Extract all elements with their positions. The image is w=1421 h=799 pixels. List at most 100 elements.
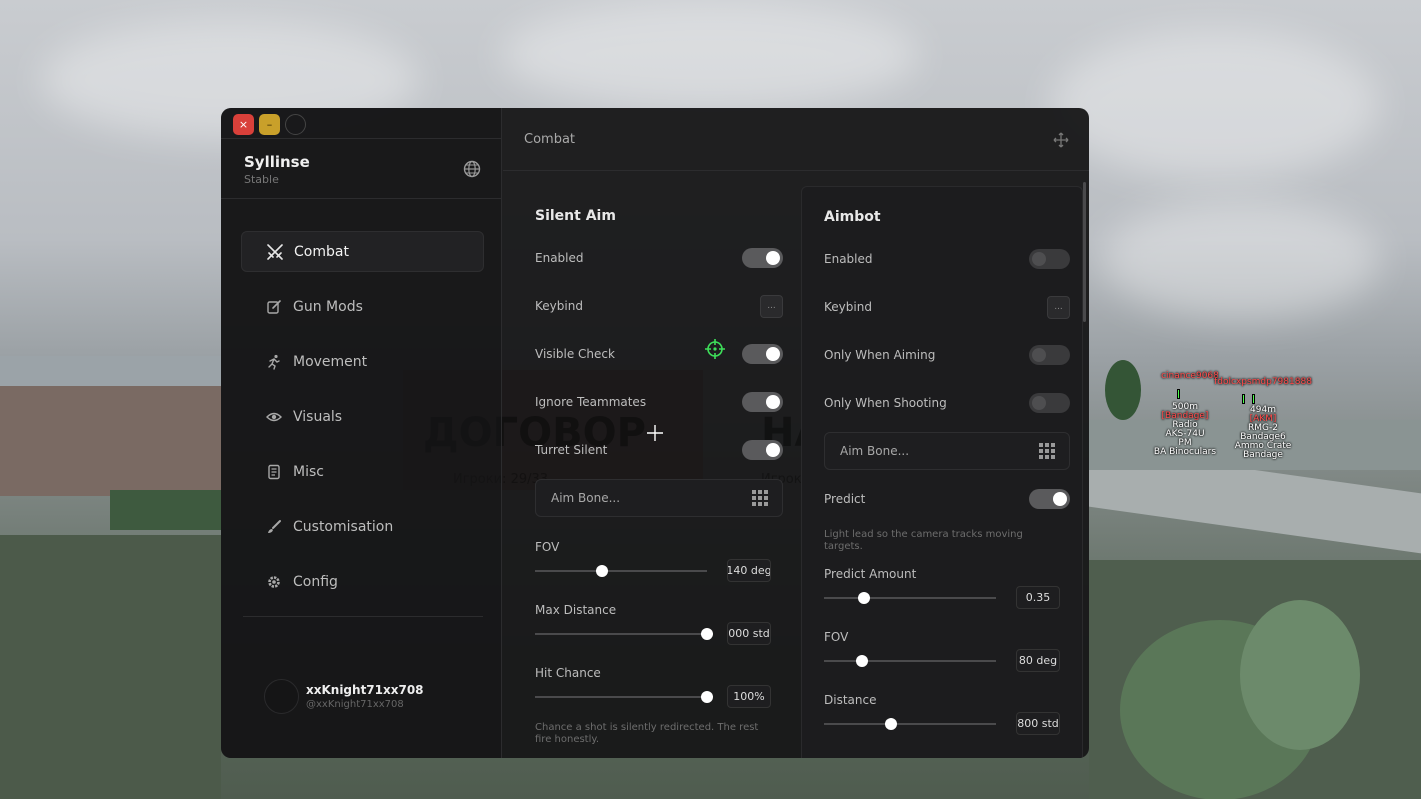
row-label: Turret Silent [535,443,608,457]
dropdown-label: Aim Bone... [551,491,621,505]
section-title: Aimbot [824,209,881,225]
main-panel: Combat Silent Aim Enabled Keybind ... Vi… [503,108,1089,758]
sidebar: × – Syllinse Stable Combat Gun Mods Move… [221,108,502,758]
turret-silent-toggle[interactable] [742,440,783,460]
cloud [500,0,920,110]
aimbot-enabled-toggle[interactable] [1029,249,1070,269]
user-profile[interactable]: xxKnight71xx708 @xxKnight71xx708 [264,679,424,714]
divider [243,616,483,617]
slider-knob[interactable] [885,718,898,730]
visible-check-toggle[interactable] [742,344,783,364]
aimbot-distance-slider[interactable] [824,718,996,730]
aimbot-distance-value[interactable]: 800 std [1016,712,1060,735]
row-label: Enabled [824,252,873,266]
brand: Syllinse Stable [244,153,310,186]
running-icon [265,353,283,371]
tree [1240,600,1360,750]
sidebar-item-label: Movement [293,353,368,370]
divider [503,170,1089,171]
sidebar-item-config[interactable]: Config [241,561,484,602]
aimbot-fov-slider[interactable] [824,655,996,667]
move-icon[interactable] [1053,132,1069,148]
scrollbar[interactable] [1083,182,1086,322]
document-icon [265,463,283,481]
sidebar-item-label: Visuals [293,408,343,425]
slider-knob[interactable] [855,655,868,667]
avatar [264,679,299,714]
esp-item: Bandage [1243,450,1283,460]
slider-knob[interactable] [701,628,713,640]
aimbot-enabled-row: Enabled [824,247,1070,271]
sidebar-item-visuals[interactable]: Visuals [241,396,484,437]
silent-aim-keybind-row: Keybind ... [535,294,783,318]
sidebar-item-label: Combat [294,243,349,260]
grid-icon [752,490,768,506]
aimbot-fov-value[interactable]: 80 deg [1016,649,1060,672]
only-when-aiming-row: Only When Aiming [824,343,1070,367]
silent-aim-enabled-toggle[interactable] [742,248,783,268]
aimbot-keybind-row: Keybind ... [824,295,1070,319]
close-icon: × [238,118,249,131]
ground [0,535,221,799]
hit-chance-slider[interactable] [535,691,713,703]
row-label: Only When Shooting [824,396,947,410]
esp-item: BA Binoculars [1153,447,1217,457]
user-name: xxKnight71xx708 [306,683,424,697]
max-distance-value[interactable]: 000 std [727,622,771,645]
minimize-icon: – [266,118,273,131]
cloud [1050,30,1380,180]
sidebar-item-customisation[interactable]: Customisation [241,506,484,547]
silent-fov-value[interactable]: 140 deg [727,559,771,582]
esp-health-bar [1242,394,1245,404]
aimbot-distance-label: Distance [824,693,877,707]
silent-fov-label: FOV [535,540,560,554]
ignore-teammates-row: Ignore Teammates [535,390,783,414]
predict-toggle[interactable] [1029,489,1070,509]
sidebar-item-label: Customisation [293,518,394,535]
sidebar-item-label: Gun Mods [293,298,363,315]
silent-aim-bone-dropdown[interactable]: Aim Bone... [535,479,783,517]
sidebar-item-movement[interactable]: Movement [241,341,484,382]
maximize-button[interactable] [285,114,306,135]
predict-amount-slider[interactable] [824,592,996,604]
crossed-swords-icon [266,243,284,261]
silent-aim-enabled-row: Enabled [535,246,783,270]
aimbot-keybind-button[interactable]: ... [1047,295,1070,319]
predict-row: Predict [824,487,1070,511]
divider [221,138,502,139]
only-when-shooting-row: Only When Shooting [824,391,1070,415]
user-handle: @xxKnight71xx708 [306,699,404,710]
sidebar-item-combat[interactable]: Combat [241,231,484,272]
silent-aim-keybind-button[interactable]: ... [760,294,783,318]
sidebar-item-label: Misc [293,463,324,480]
esp-player-2-info: 494m [AKM] RMG-2 Bandage6 Ammo Crate Ban… [1225,406,1301,460]
visible-check-row: Visible Check [535,342,783,366]
silent-fov-slider[interactable] [535,565,707,577]
slider-knob[interactable] [701,691,713,703]
hit-chance-value[interactable]: 100% [727,685,771,708]
only-when-shooting-toggle[interactable] [1029,393,1070,413]
section-title: Silent Aim [535,208,616,224]
globe-icon[interactable] [463,160,481,178]
tree [1105,360,1141,420]
cloud [1100,200,1380,320]
max-distance-slider[interactable] [535,628,713,640]
aimbot-bone-dropdown[interactable]: Aim Bone... [824,432,1070,470]
sidebar-item-gun-mods[interactable]: Gun Mods [241,286,484,327]
aimbot-fov-label: FOV [824,630,849,644]
minimize-button[interactable]: – [259,114,280,135]
ignore-teammates-toggle[interactable] [742,392,783,412]
only-when-aiming-toggle[interactable] [1029,345,1070,365]
esp-player-1-info: 500m [Bandage] Radio AKS-74U PM BA Binoc… [1150,403,1220,457]
sidebar-item-misc[interactable]: Misc [241,451,484,492]
crosshair-icon [647,425,663,441]
predict-amount-value[interactable]: 0.35 [1016,586,1060,609]
slider-knob[interactable] [857,592,870,604]
slider-knob[interactable] [596,565,609,577]
silent-aim-section: Silent Aim Enabled Keybind ... Visible C… [513,186,795,758]
row-label: Enabled [535,251,584,265]
row-label: Keybind [824,300,872,314]
esp-health-bar [1177,389,1180,399]
close-button[interactable]: × [233,114,254,135]
sidebar-nav: Combat Gun Mods Movement Visuals Misc Cu… [241,231,484,616]
